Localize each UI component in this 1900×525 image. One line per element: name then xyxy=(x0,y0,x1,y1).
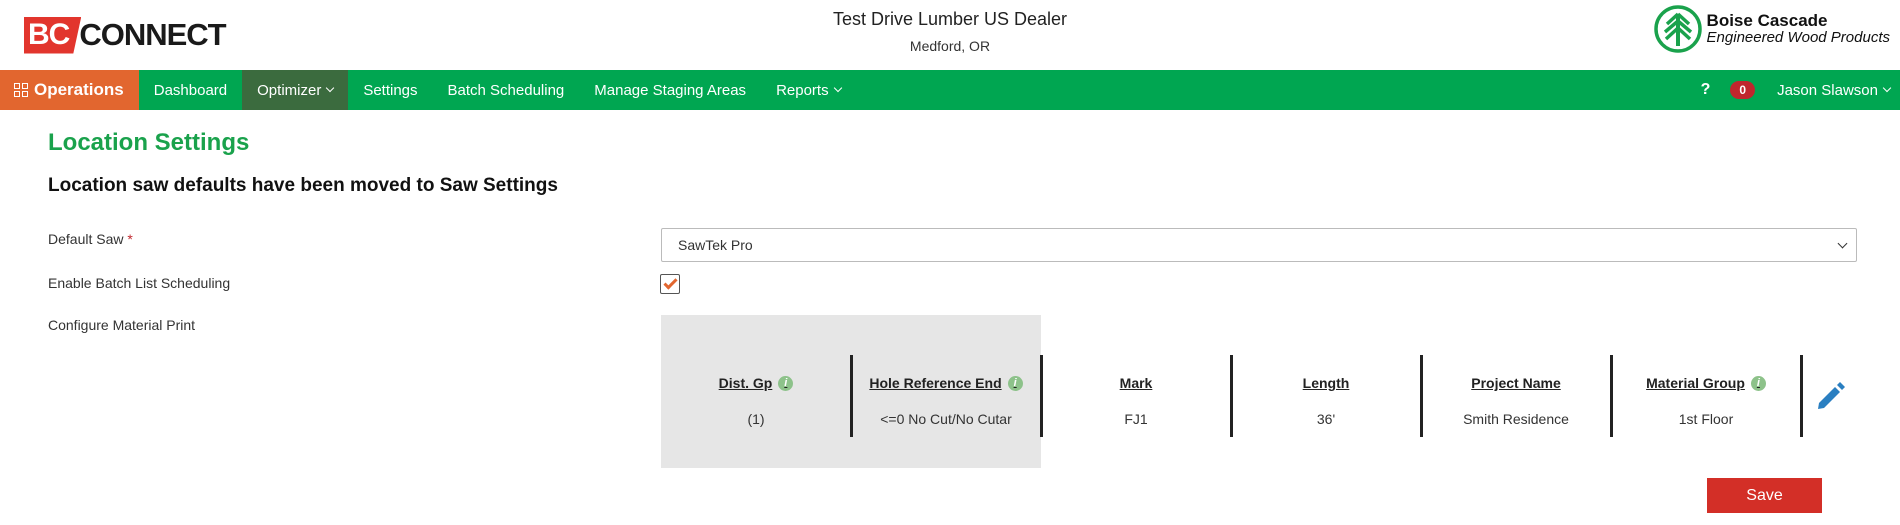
column-sample-value: (1) xyxy=(747,411,765,427)
nav-item-reports[interactable]: Reports xyxy=(761,70,856,110)
column-sample-value: Smith Residence xyxy=(1463,411,1569,427)
batch-scheduling-checkbox[interactable] xyxy=(660,274,680,294)
default-saw-select[interactable]: SawTek Pro xyxy=(661,228,1857,262)
chevron-down-icon xyxy=(1837,238,1848,249)
notification-badge[interactable]: 0 xyxy=(1730,81,1756,99)
required-mark: * xyxy=(127,231,133,247)
user-menu[interactable]: Jason Slawson xyxy=(1777,81,1892,99)
column-header: Dist. Gp xyxy=(718,375,773,391)
nav-label: Optimizer xyxy=(257,81,322,99)
default-saw-label-text: Default Saw xyxy=(48,231,124,247)
column-divider[interactable] xyxy=(1800,355,1803,437)
dealer-name: Test Drive Lumber US Dealer xyxy=(832,9,1068,29)
material-print-column[interactable]: Mark FJ1 xyxy=(1041,355,1231,437)
column-header: Hole Reference End xyxy=(869,375,1002,391)
nav-item-dashboard[interactable]: Dashboard xyxy=(139,70,242,110)
column-sample-value: 36' xyxy=(1316,411,1336,427)
batch-scheduling-label: Enable Batch List Scheduling xyxy=(48,275,231,291)
page-title: Location Settings xyxy=(48,129,250,156)
column-sample-value: <=0 No Cut/No Cutar xyxy=(880,411,1012,427)
pencil-edit-icon[interactable] xyxy=(1813,379,1847,413)
column-header: Project Name xyxy=(1471,375,1561,391)
material-print-column[interactable]: Project Name Smith Residence xyxy=(1421,355,1611,437)
user-name: Jason Slawson xyxy=(1777,81,1878,99)
brand-tagline: Engineered Wood Products xyxy=(1706,29,1890,46)
chevron-down-icon xyxy=(833,83,842,93)
info-icon[interactable]: i xyxy=(1750,375,1766,391)
column-header: Mark xyxy=(1119,375,1153,391)
top-header: BC CONNECT Test Drive Lumber US Dealer M… xyxy=(0,0,1900,70)
grid-icon xyxy=(14,83,28,97)
help-icon[interactable]: ? xyxy=(1701,81,1711,99)
dealer-location: Medford, OR xyxy=(909,38,991,54)
default-saw-label: Default Saw * xyxy=(48,231,133,247)
default-saw-value: SawTek Pro xyxy=(678,237,753,253)
chevron-down-icon xyxy=(1882,83,1892,93)
material-print-column[interactable]: Hole Reference End i <=0 No Cut/No Cutar xyxy=(851,355,1041,437)
save-button[interactable]: Save xyxy=(1707,478,1822,513)
column-header: Length xyxy=(1302,375,1350,391)
nav-item-settings[interactable]: Settings xyxy=(348,70,432,110)
nav-label: Manage Staging Areas xyxy=(594,81,747,99)
saw-defaults-notice: Location saw defaults have been moved to… xyxy=(48,175,558,196)
operations-menu[interactable]: Operations xyxy=(0,70,139,110)
nav-label: Batch Scheduling xyxy=(447,81,565,99)
nav-item-optimizer[interactable]: Optimizer xyxy=(242,70,349,110)
main-nav: Operations Dashboard Optimizer Settings … xyxy=(0,70,1900,110)
operations-label: Operations xyxy=(34,80,124,99)
column-sample-value: FJ1 xyxy=(1124,411,1148,427)
material-print-column[interactable]: Dist. Gp i (1) xyxy=(661,355,851,437)
nav-label: Dashboard xyxy=(153,81,228,99)
material-print-column[interactable]: Material Group i 1st Floor xyxy=(1611,355,1801,437)
boise-cascade-logo: Boise Cascade Engineered Wood Products xyxy=(1653,4,1890,54)
tree-logo-icon xyxy=(1653,5,1702,53)
info-icon[interactable]: i xyxy=(1007,375,1023,391)
column-sample-value: 1st Floor xyxy=(1678,411,1734,427)
column-header: Material Group xyxy=(1646,375,1745,391)
material-print-config: Dist. Gp i (1) Hole Reference End i <=0 No… xyxy=(661,315,1861,468)
material-print-label: Configure Material Print xyxy=(48,317,196,333)
chevron-down-icon xyxy=(326,83,335,93)
nav-label: Reports xyxy=(776,81,829,99)
checkmark-icon xyxy=(663,275,678,290)
brand-name: Boise Cascade xyxy=(1706,11,1828,30)
nav-label: Settings xyxy=(363,81,418,99)
info-icon[interactable]: i xyxy=(778,375,794,391)
material-print-column[interactable]: Length 36' xyxy=(1231,355,1421,437)
nav-item-manage-staging-areas[interactable]: Manage Staging Areas xyxy=(579,70,761,110)
nav-item-batch-scheduling[interactable]: Batch Scheduling xyxy=(433,70,580,110)
